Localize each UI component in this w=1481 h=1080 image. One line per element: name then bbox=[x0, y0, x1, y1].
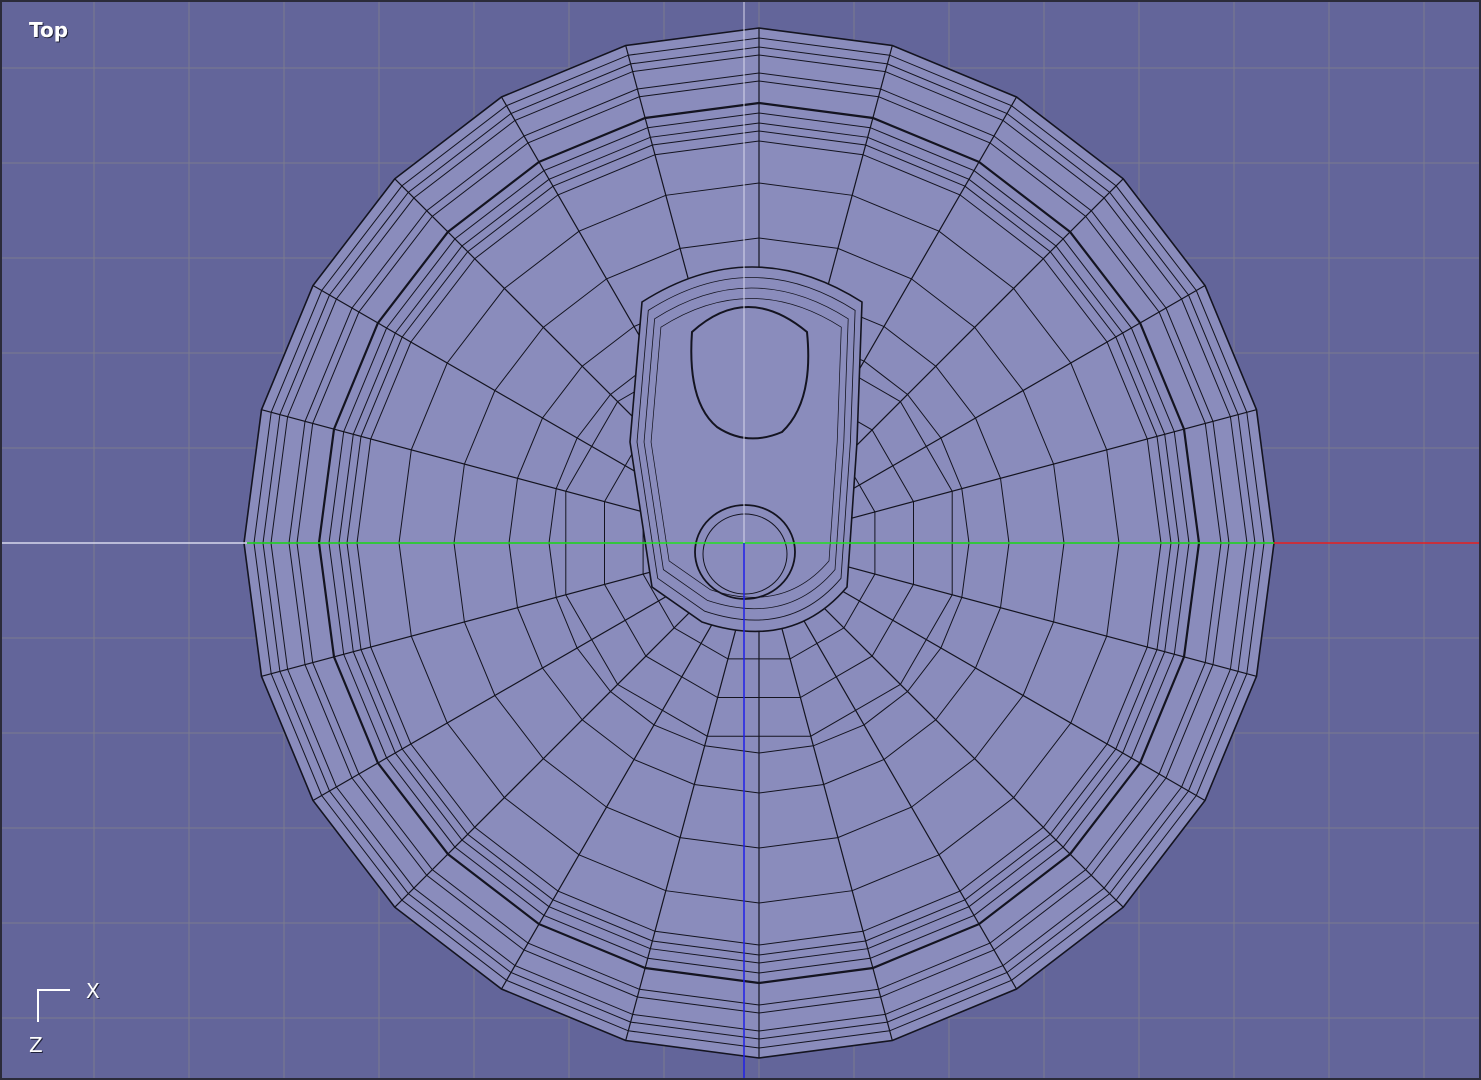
axis-label-x: X bbox=[86, 979, 100, 1003]
viewport-title[interactable]: Top bbox=[29, 18, 68, 42]
axis-gizmo bbox=[37, 989, 70, 1022]
pull-tab-ring-hole bbox=[690, 306, 810, 440]
axis-label-z: Z bbox=[29, 1033, 43, 1057]
viewport-scene[interactable] bbox=[2, 2, 1481, 1080]
pull-tab bbox=[629, 266, 863, 633]
axis-gizmo-corner bbox=[37, 989, 70, 1022]
top-viewport[interactable]: Top X Z bbox=[0, 0, 1481, 1080]
